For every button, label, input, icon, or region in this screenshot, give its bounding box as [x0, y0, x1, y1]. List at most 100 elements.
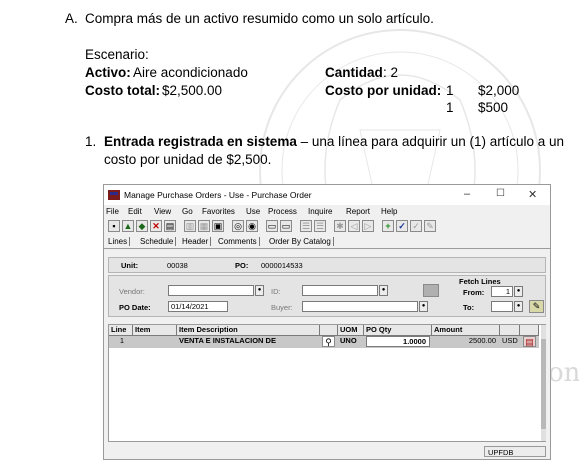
step-line-1: Entrada registrada en sistema – una líne… [104, 134, 564, 149]
unit-cost-amount-1: $2,000 [478, 83, 520, 98]
vendor-details-button[interactable] [423, 284, 439, 297]
unit-cost-qty-1: 1 [446, 83, 454, 98]
row-item-cell[interactable] [133, 336, 177, 347]
load-icon[interactable]: ▲ [122, 220, 134, 232]
vendor-input[interactable] [168, 285, 254, 296]
menu-file[interactable]: File [106, 207, 119, 216]
table-row[interactable]: 1 VENTA E INSTALACION DE ⚲ UNO 1.0000 25… [109, 336, 539, 348]
menu-process[interactable]: Process [268, 207, 297, 216]
id-dropdown-icon[interactable]: ● [379, 285, 388, 296]
grid-scrollbar-thumb[interactable] [541, 339, 546, 429]
edit-icon[interactable]: ✎ [424, 220, 436, 232]
section-title: Compra más de un activo resumido como un… [85, 11, 434, 26]
menu-favorites[interactable]: Favorites [202, 207, 235, 216]
menu-bar: File Edit View Go Favorites Use Process … [104, 206, 550, 218]
insert-row-icon[interactable]: ▥ [184, 220, 196, 232]
grid-scrollbar[interactable] [541, 325, 546, 441]
total-cost-label: Costo total: [85, 83, 160, 98]
po-date-label: PO Date: [119, 303, 151, 312]
tab-header[interactable]: Header [180, 237, 212, 246]
vendor-label: Vendor: [119, 287, 145, 296]
buyer-label: Buyer: [271, 303, 293, 312]
col-amount: Amount [432, 325, 500, 335]
fields-panel: Vendor: ● ID: ● PO Date: 01/14/2021 Buye… [108, 275, 546, 317]
po-value: 0000014533 [261, 261, 303, 270]
add-icon[interactable]: + [382, 220, 394, 232]
load-all-icon[interactable]: ◆ [136, 220, 148, 232]
search-records-icon[interactable]: ◉ [246, 220, 258, 232]
maximize-button[interactable]: ☐ [496, 188, 505, 199]
next-record-icon[interactable]: ▷ [362, 220, 374, 232]
row-uom-cell: UNO [340, 336, 357, 345]
table-icon[interactable]: ▣ [212, 220, 224, 232]
fetch-from-label: From: [463, 288, 485, 297]
col-currency [500, 325, 520, 335]
window-icon[interactable]: ▭ [266, 220, 278, 232]
scenario-heading: Escenario: [85, 47, 149, 62]
grid-header-row: Line Item Item Description UOM PO Qty Am… [109, 325, 539, 336]
row-qty-input[interactable]: 1.0000 [366, 336, 430, 347]
purchase-order-window: Manage Purchase Orders - Use - Purchase … [103, 184, 551, 460]
col-lookup [320, 325, 338, 335]
lookup-magnifier-icon[interactable]: ⚲ [322, 336, 335, 347]
col-line: Line [109, 325, 133, 335]
minimize-button[interactable]: – [464, 188, 470, 200]
close-button[interactable]: ✕ [528, 188, 537, 201]
tab-lines[interactable]: Lines [106, 237, 131, 246]
row-currency-cell: USD [502, 336, 518, 345]
row-line-cell: 1 [119, 336, 125, 345]
buyer-input[interactable] [302, 301, 418, 312]
section-letter: A. [65, 11, 78, 26]
row-amount-cell: 2500.00 [468, 336, 496, 345]
list-icon[interactable]: ☰ [300, 220, 312, 232]
approve-icon[interactable]: ✓ [396, 220, 408, 232]
document-page: on A. Compra más de un activo resumido c… [0, 0, 579, 473]
menu-edit[interactable]: Edit [128, 207, 142, 216]
menu-go[interactable]: Go [182, 207, 193, 216]
id-input[interactable] [302, 285, 378, 296]
binoculars-icon[interactable]: ◎ [232, 220, 244, 232]
settings-icon[interactable]: ✱ [334, 220, 346, 232]
row-details-icon[interactable]: ▤ [523, 336, 536, 347]
tab-schedule[interactable]: Schedule [138, 237, 177, 246]
tab-order-by-catalog[interactable]: Order By Catalog [267, 237, 334, 246]
window-alt-icon[interactable]: ▭ [280, 220, 292, 232]
save-icon[interactable]: ▪ [108, 220, 120, 232]
fetch-to-input[interactable] [491, 301, 513, 312]
step-text-2: costo por unidad de $2,500. [104, 152, 272, 167]
menu-help[interactable]: Help [381, 207, 397, 216]
menu-use[interactable]: Use [246, 207, 260, 216]
unit-cost-label: Costo por unidad: [325, 83, 442, 98]
id-label: ID: [271, 287, 281, 296]
tab-comments[interactable]: Comments [216, 237, 260, 246]
quantity-label: Cantidad [325, 65, 383, 80]
menu-view[interactable]: View [154, 207, 171, 216]
vendor-dropdown-icon[interactable]: ● [255, 285, 264, 296]
status-text: UPFDB [488, 448, 514, 457]
header-info-panel: Unit: 00038 PO: 0000014533 [108, 257, 546, 273]
fetch-button-icon[interactable]: ✎ [529, 300, 544, 313]
fetch-to-label: To: [463, 303, 475, 312]
grid-icon[interactable]: ▤ [164, 220, 176, 232]
status-bar: UPFDB [484, 446, 546, 457]
col-uom: UOM [338, 325, 364, 335]
copy-row-icon[interactable]: ▦ [198, 220, 210, 232]
delete-icon[interactable]: ✕ [150, 220, 162, 232]
fetch-from-input[interactable]: 1 [491, 286, 513, 297]
window-title: Manage Purchase Orders - Use - Purchase … [124, 190, 312, 200]
validate-icon[interactable]: ✓ [410, 220, 422, 232]
po-date-input[interactable]: 01/14/2021 [168, 301, 228, 312]
unit-cost-qty-2: 1 [446, 100, 454, 115]
list-alt-icon[interactable]: ☰ [314, 220, 326, 232]
fetch-from-dropdown-icon[interactable]: ● [514, 286, 523, 297]
menu-report[interactable]: Report [346, 207, 370, 216]
menu-inquire[interactable]: Inquire [308, 207, 332, 216]
asset-label: Activo: [85, 65, 131, 80]
step-bold-text: Entrada registrada en sistema [104, 134, 297, 149]
asset-value: Aire acondicionado [133, 65, 248, 80]
row-description-cell: VENTA E INSTALACION DE [179, 336, 276, 345]
buyer-dropdown-icon[interactable]: ● [419, 301, 428, 312]
prev-record-icon[interactable]: ◁ [348, 220, 360, 232]
step-text-1: – una línea para adquirir un (1) artícul… [296, 134, 565, 149]
fetch-to-dropdown-icon[interactable]: ● [514, 301, 523, 312]
